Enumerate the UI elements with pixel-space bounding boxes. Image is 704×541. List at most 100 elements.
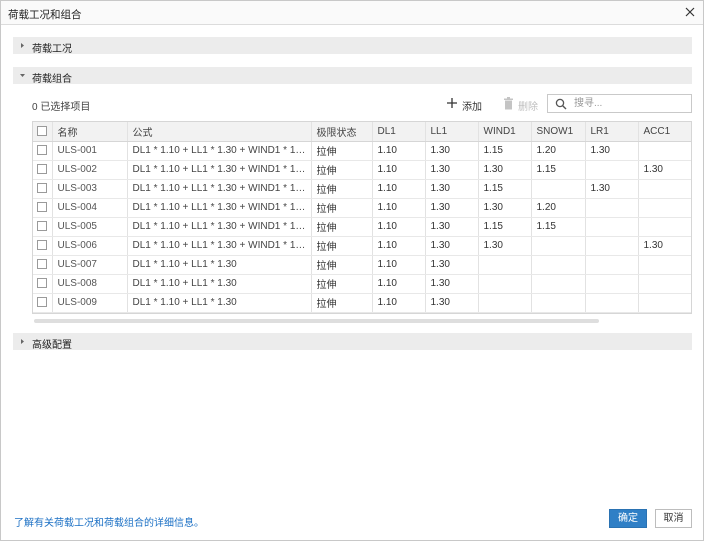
header-name[interactable]: 名称 xyxy=(52,122,128,142)
cell-acc1 xyxy=(638,255,691,275)
section-load-cases[interactable]: 荷载工况 xyxy=(13,37,692,55)
cell-acc1 xyxy=(638,274,691,294)
search-icon xyxy=(555,98,567,110)
cell-name: ULS-009 xyxy=(52,293,128,313)
cell-acc1: 1.30 xyxy=(638,236,691,256)
row-checkbox[interactable] xyxy=(37,164,47,175)
cell-lr1 xyxy=(585,255,639,275)
combinations-table: 名称 公式 极限状态 DL1 LL1 WIND1 SNOW1 LR1 ACC1 … xyxy=(32,121,692,314)
search-input[interactable] xyxy=(574,97,686,110)
section-advanced[interactable]: 高级配置 xyxy=(13,333,692,351)
cell-lr1 xyxy=(585,217,639,237)
help-link[interactable]: 了解有关荷载工况和荷载组合的详细信息。 xyxy=(14,514,204,529)
cell-state: 拉伸 xyxy=(311,255,373,275)
title-bar: 荷载工况和组合 xyxy=(1,1,703,25)
header-formula[interactable]: 公式 xyxy=(127,122,312,142)
cell-formula: DL1 * 1.10 + LL1 * 1.30 xyxy=(127,293,312,313)
cell-acc1: 1.30 xyxy=(638,160,691,180)
cell-formula: DL1 * 1.10 + LL1 * 1.30 + WIND1 * 1.30 +… xyxy=(127,236,312,256)
header-lr1[interactable]: LR1 xyxy=(585,122,639,142)
table-header-row: 名称 公式 极限状态 DL1 LL1 WIND1 SNOW1 LR1 ACC1 xyxy=(33,122,691,142)
table-row[interactable]: ULS-003 DL1 * 1.10 + LL1 * 1.30 + WIND1 … xyxy=(33,179,691,199)
select-all-checkbox[interactable] xyxy=(37,126,47,137)
cell-name: ULS-002 xyxy=(52,160,128,180)
trash-icon xyxy=(504,97,513,110)
table-row[interactable]: ULS-009 DL1 * 1.10 + LL1 * 1.30 拉伸 1.10 … xyxy=(33,293,691,313)
table-row[interactable]: ULS-007 DL1 * 1.10 + LL1 * 1.30 拉伸 1.10 … xyxy=(33,255,691,275)
table-row[interactable]: ULS-005 DL1 * 1.10 + LL1 * 1.30 + WIND1 … xyxy=(33,217,691,237)
table-row[interactable]: ULS-002 DL1 * 1.10 + LL1 * 1.30 + WIND1 … xyxy=(33,160,691,180)
cell-name: ULS-004 xyxy=(52,198,128,218)
cell-ll1: 1.30 xyxy=(425,255,479,275)
caret-right-icon xyxy=(21,43,24,48)
cell-name: ULS-005 xyxy=(52,217,128,237)
search-box[interactable] xyxy=(547,94,692,113)
cell-wind1 xyxy=(478,255,532,275)
row-checkbox-cell xyxy=(33,141,53,161)
row-checkbox[interactable] xyxy=(37,183,47,194)
cell-formula: DL1 * 1.10 + LL1 * 1.30 + WIND1 * 1.15 +… xyxy=(127,217,312,237)
cell-acc1 xyxy=(638,293,691,313)
cell-dl1: 1.10 xyxy=(372,255,426,275)
row-checkbox[interactable] xyxy=(37,221,47,232)
cell-name: ULS-007 xyxy=(52,255,128,275)
row-checkbox[interactable] xyxy=(37,145,47,156)
row-checkbox[interactable] xyxy=(37,278,47,289)
cell-snow1 xyxy=(531,179,586,199)
cell-dl1: 1.10 xyxy=(372,179,426,199)
cell-ll1: 1.30 xyxy=(425,160,479,180)
row-checkbox[interactable] xyxy=(37,259,47,270)
section-load-combinations[interactable]: 荷载组合 xyxy=(13,67,692,85)
table-row[interactable]: ULS-006 DL1 * 1.10 + LL1 * 1.30 + WIND1 … xyxy=(33,236,691,256)
cell-snow1 xyxy=(531,274,586,294)
caret-right-icon xyxy=(21,339,24,344)
load-cases-dialog: 荷载工况和组合 荷载工况 荷载组合 0 已选择项目 添加 删除 搜寻... 名称… xyxy=(0,0,704,541)
cell-dl1: 1.10 xyxy=(372,217,426,237)
cell-acc1 xyxy=(638,141,691,161)
section-advanced-label: 高级配置 xyxy=(32,340,72,351)
cell-ll1: 1.30 xyxy=(425,217,479,237)
table-row[interactable]: ULS-001 DL1 * 1.10 + LL1 * 1.30 + WIND1 … xyxy=(33,141,691,161)
table-row[interactable]: ULS-008 DL1 * 1.10 + LL1 * 1.30 拉伸 1.10 … xyxy=(33,274,691,294)
cell-name: ULS-003 xyxy=(52,179,128,199)
cell-snow1 xyxy=(531,255,586,275)
cell-wind1: 1.30 xyxy=(478,236,532,256)
header-ll1[interactable]: LL1 xyxy=(425,122,479,142)
cell-wind1 xyxy=(478,274,532,294)
close-icon[interactable] xyxy=(683,5,697,19)
header-wind1[interactable]: WIND1 xyxy=(478,122,532,142)
row-checkbox-cell xyxy=(33,236,53,256)
cell-snow1: 1.20 xyxy=(531,198,586,218)
header-snow1[interactable]: SNOW1 xyxy=(531,122,586,142)
row-checkbox-cell xyxy=(33,274,53,294)
cell-acc1 xyxy=(638,217,691,237)
cell-snow1 xyxy=(531,293,586,313)
cell-formula: DL1 * 1.10 + LL1 * 1.30 xyxy=(127,255,312,275)
cell-snow1: 1.15 xyxy=(531,160,586,180)
ok-button[interactable]: 确定 xyxy=(609,509,647,528)
cell-wind1 xyxy=(478,293,532,313)
cell-wind1: 1.15 xyxy=(478,217,532,237)
delete-label: 删除 xyxy=(518,102,538,113)
cell-lr1 xyxy=(585,293,639,313)
cell-state: 拉伸 xyxy=(311,236,373,256)
table-row[interactable]: ULS-004 DL1 * 1.10 + LL1 * 1.30 + WIND1 … xyxy=(33,198,691,218)
cancel-button[interactable]: 取消 xyxy=(655,509,692,528)
cell-wind1: 1.30 xyxy=(478,160,532,180)
header-acc1[interactable]: ACC1 xyxy=(638,122,691,142)
cell-state: 拉伸 xyxy=(311,293,373,313)
cell-dl1: 1.10 xyxy=(372,198,426,218)
cell-name: ULS-006 xyxy=(52,236,128,256)
cell-snow1 xyxy=(531,236,586,256)
cell-wind1: 1.30 xyxy=(478,198,532,218)
cell-ll1: 1.30 xyxy=(425,274,479,294)
row-checkbox[interactable] xyxy=(37,202,47,213)
header-dl1[interactable]: DL1 xyxy=(372,122,426,142)
add-label: 添加 xyxy=(462,102,482,113)
cell-snow1: 1.15 xyxy=(531,217,586,237)
row-checkbox[interactable] xyxy=(37,240,47,251)
cell-ll1: 1.30 xyxy=(425,141,479,161)
header-limit-state[interactable]: 极限状态 xyxy=(311,122,373,142)
horizontal-scrollbar[interactable] xyxy=(34,319,599,323)
row-checkbox[interactable] xyxy=(37,297,47,308)
